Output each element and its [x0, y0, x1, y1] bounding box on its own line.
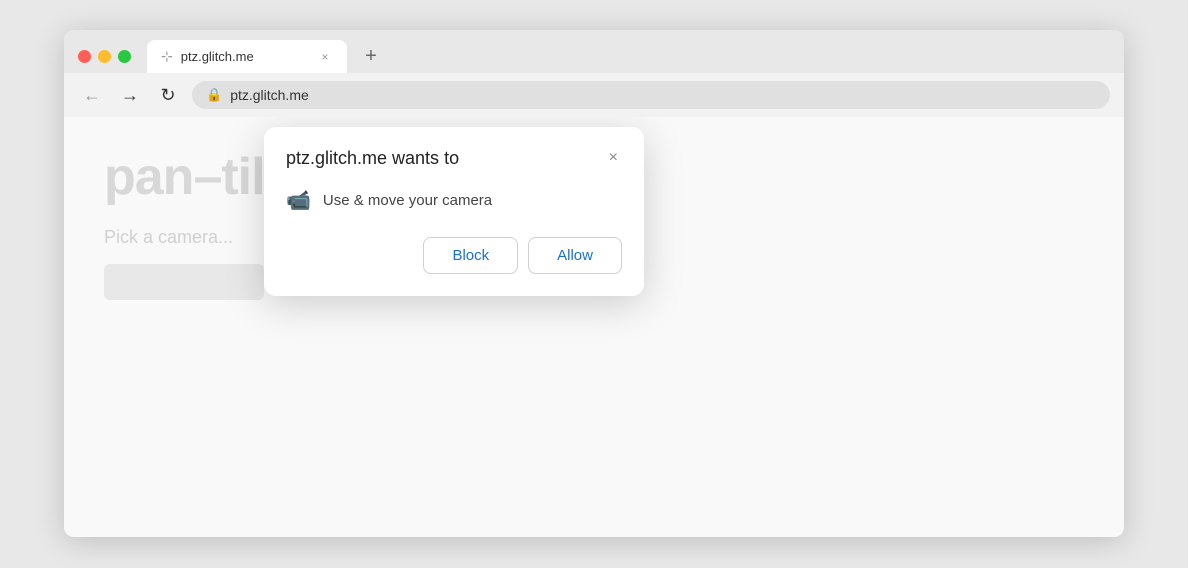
permission-row: 📹 Use & move your camera — [286, 188, 622, 213]
reload-button[interactable]: ↻ — [154, 81, 182, 109]
page-content: pan–til Pick a camera... ptz.glitch.me w… — [64, 117, 1124, 537]
browser-tab[interactable]: ⊹ ptz.glitch.me × — [147, 40, 347, 73]
permission-dialog: ptz.glitch.me wants to × 📹 Use & move yo… — [264, 127, 644, 296]
minimize-window-button[interactable] — [98, 50, 111, 63]
address-bar[interactable]: 🔒 ptz.glitch.me — [192, 81, 1110, 109]
allow-button[interactable]: Allow — [528, 237, 622, 274]
traffic-lights — [78, 50, 131, 63]
new-tab-button[interactable]: + — [357, 43, 385, 71]
tab-title: ptz.glitch.me — [181, 49, 309, 64]
forward-button[interactable]: → — [116, 81, 144, 109]
tab-close-button[interactable]: × — [317, 49, 333, 65]
block-button[interactable]: Block — [423, 237, 518, 274]
browser-window: ⊹ ptz.glitch.me × + ← → ↻ 🔒 ptz.glitch.m… — [64, 30, 1124, 537]
address-text: ptz.glitch.me — [230, 87, 309, 103]
camera-icon: 📹 — [286, 188, 311, 213]
back-button[interactable]: ← — [78, 81, 106, 109]
dialog-overlay: ptz.glitch.me wants to × 📹 Use & move yo… — [64, 117, 1124, 537]
dialog-close-button[interactable]: × — [605, 147, 622, 169]
navigation-bar: ← → ↻ 🔒 ptz.glitch.me — [64, 73, 1124, 117]
dialog-title: ptz.glitch.me wants to — [286, 147, 459, 170]
maximize-window-button[interactable] — [118, 50, 131, 63]
close-window-button[interactable] — [78, 50, 91, 63]
dialog-header: ptz.glitch.me wants to × — [286, 147, 622, 170]
dialog-actions: Block Allow — [286, 237, 622, 274]
permission-description: Use & move your camera — [323, 192, 492, 209]
tab-drag-icon: ⊹ — [161, 48, 173, 65]
title-bar: ⊹ ptz.glitch.me × + — [64, 30, 1124, 73]
lock-icon: 🔒 — [206, 87, 222, 103]
